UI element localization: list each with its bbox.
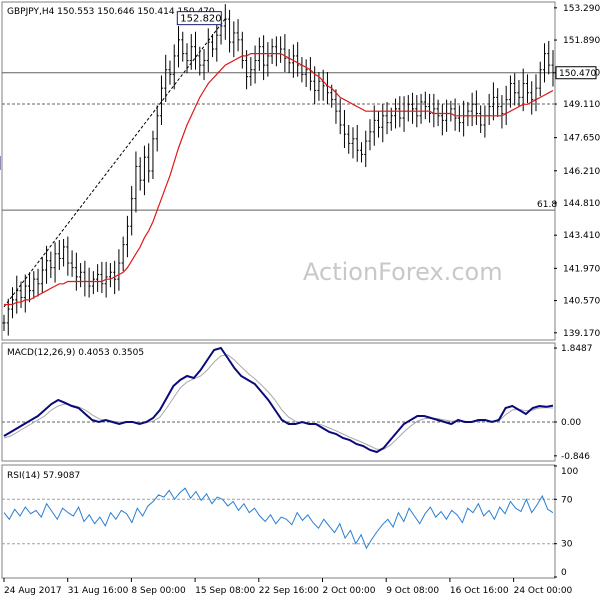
x-tick-label: 15 Sep 08:00 <box>195 586 255 596</box>
chart-svg: GBPJPY,H4 150.553 150.646 150.414 150.47… <box>0 0 600 600</box>
x-tick-label: 22 Sep 16:00 <box>259 586 319 596</box>
x-axis: 24 Aug 2017 31 Aug 16:008 Sep 00:00 15 Sep… <box>4 578 573 596</box>
price-y-tick-label: 151.890 <box>563 36 600 46</box>
x-tick-label: 24 Aug 2017 <box>4 586 62 596</box>
rsi-y-tick-label: 0 <box>561 568 567 578</box>
price-y-tick-label: 149.110 <box>563 100 600 110</box>
rsi-y-tick-label: 70 <box>561 495 573 505</box>
price-y-tick-label: 141.970 <box>563 264 600 274</box>
price-y-tick-label: 147.650 <box>563 134 600 144</box>
price-y-tick-label: 146.210 <box>563 167 600 177</box>
price-y-tick-label: 139.170 <box>563 329 600 339</box>
rsi-y-tick-label: 100 <box>561 467 578 477</box>
macd-y-tick-label: -0.846 <box>561 452 590 462</box>
price-y-tick-label: 143.410 <box>563 231 600 241</box>
x-tick-label: 2 Oct 00:00 <box>323 586 376 596</box>
watermark: ActionForex.com <box>303 258 503 286</box>
rsi-panel-frame <box>2 465 555 578</box>
macd-y-tick-label: 0.00 <box>561 418 581 428</box>
price-y-tick-label: 140.570 <box>563 297 600 307</box>
chart-container: GBPJPY,H4 150.553 150.646 150.414 150.47… <box>0 0 600 600</box>
macd-panel-title: MACD(12,26,9) 0.4053 0.3505 <box>7 348 144 358</box>
x-tick-label: 8 Sep 00:00 <box>131 586 186 596</box>
macd-panel-frame <box>2 343 555 461</box>
rsi-y-tick-label: 30 <box>561 540 573 550</box>
fib-level-label: 61.8 <box>537 200 557 210</box>
price-y-tick-label: 144.810 <box>563 199 600 209</box>
x-tick-label: 16 Oct 16:00 <box>450 586 509 596</box>
x-tick-label: 31 Aug 16:00 <box>68 586 129 596</box>
current-price-label: 150.470 <box>559 69 596 79</box>
x-tick-label: 24 Oct 00:00 <box>514 586 573 596</box>
macd-y-tick-label: 1.8487 <box>561 344 593 354</box>
x-tick-label: 9 Oct 08:00 <box>386 586 439 596</box>
price-annotation-label: 152.820 <box>180 14 221 25</box>
price-y-tick-label: 153.290 <box>563 4 600 14</box>
rsi-panel-title: RSI(14) 57.9087 <box>7 471 80 481</box>
